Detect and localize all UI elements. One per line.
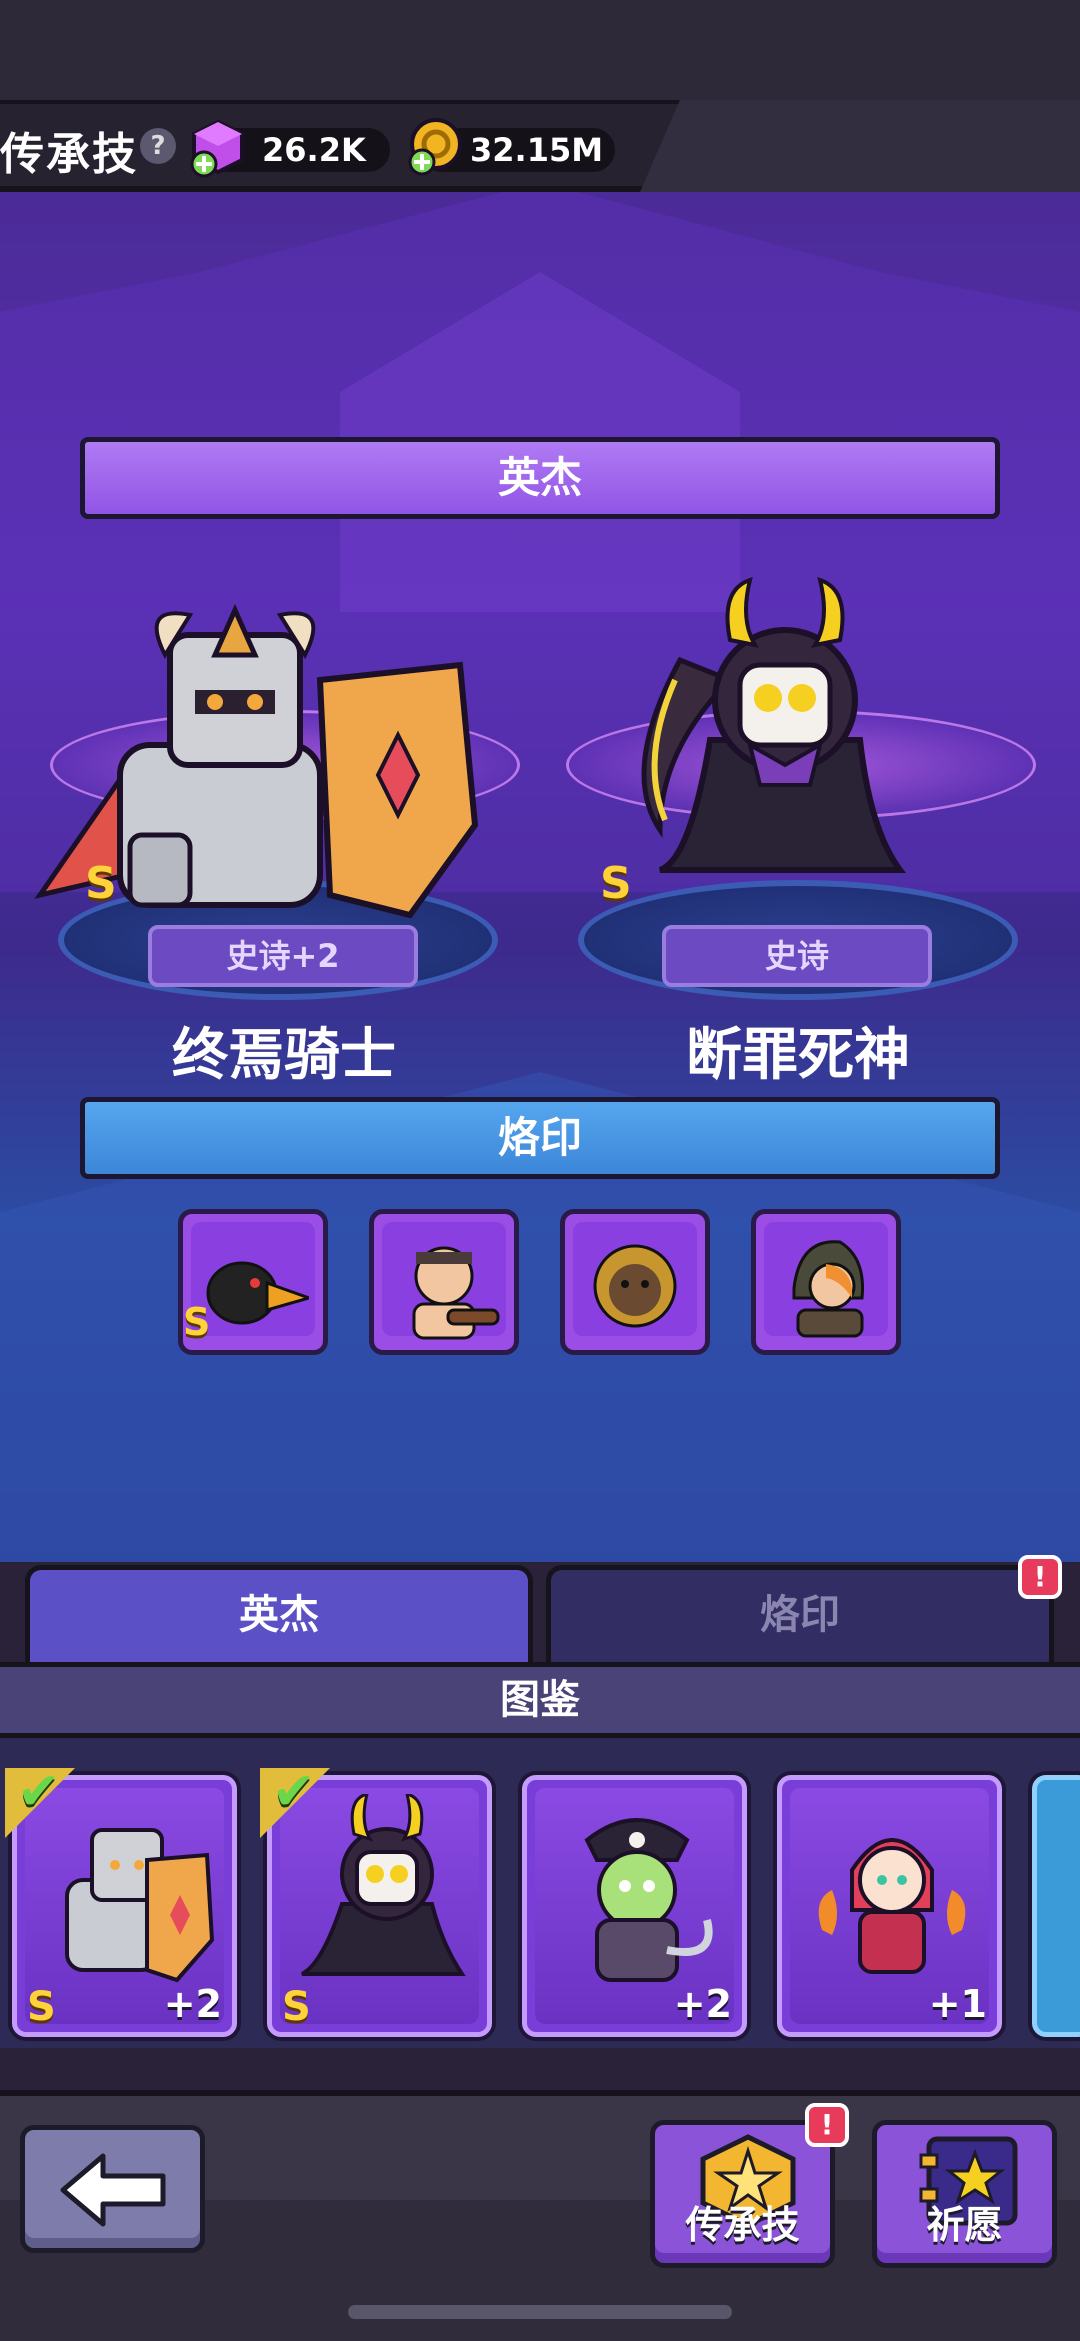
card-grade: S — [282, 1984, 311, 2030]
catalog-title: 图鉴 — [0, 1662, 1080, 1738]
hero-rarity-left: 史诗+2 — [148, 925, 418, 987]
owned-check-icon: ✔ — [17, 1762, 61, 1822]
page-title: 传承技 — [0, 129, 138, 180]
mark-slot-2[interactable] — [369, 1209, 519, 1355]
reaper-hero-sprite[interactable] — [620, 570, 940, 910]
hero-rarity-right: 史诗 — [662, 925, 932, 987]
status-bar-area — [0, 0, 1080, 100]
mark-tab-alert-badge: ! — [1018, 1555, 1062, 1599]
catalog-card-pirate[interactable]: +2 — [522, 1775, 747, 2037]
crow-mark-icon — [206, 1261, 309, 1325]
gem-count: 26.2K — [262, 131, 366, 169]
inherit-skill-label: 传承技 — [685, 2203, 800, 2247]
home-indicator[interactable] — [348, 2305, 732, 2319]
mark-ribbon: 烙印 — [80, 1097, 1000, 1179]
card-plus-level: +2 — [673, 1982, 732, 2026]
pirate-ghost-portrait — [584, 1818, 713, 1982]
catalog-card-reaper[interactable]: ✔ S — [260, 1762, 492, 2037]
catalog-card-partial[interactable] — [1032, 1775, 1080, 2037]
hero-grade-right: S — [600, 858, 632, 909]
knight-portrait — [65, 1828, 215, 1983]
card-plus-level: +2 — [163, 1982, 222, 2026]
catalog-card-mage[interactable]: +1 — [777, 1775, 1002, 2037]
coin-plus-icon[interactable] — [406, 116, 466, 176]
coin-count: 32.15M — [470, 131, 604, 169]
arrow-left-icon — [60, 2153, 166, 2227]
wish-button[interactable]: 祈愿 — [872, 2120, 1057, 2268]
gem-plus-icon[interactable] — [190, 118, 246, 178]
mark-slot-grade: S — [183, 1300, 211, 1344]
back-button[interactable] — [20, 2125, 205, 2253]
hero-name-left: 终焉骑士 — [172, 1023, 396, 1088]
fire-mage-portrait — [818, 1838, 966, 1974]
card-plus-level: +1 — [928, 1982, 987, 2026]
reaper-portrait — [300, 1794, 466, 1976]
hero-grade-left: S — [85, 858, 117, 909]
mark-slot-4[interactable] — [751, 1209, 901, 1355]
mark-slot-3[interactable] — [560, 1209, 710, 1355]
bear-mark-icon — [593, 1244, 677, 1328]
tab-hero[interactable]: 英杰 — [25, 1565, 533, 1665]
tab-mark[interactable]: 烙印 — [546, 1565, 1054, 1665]
wish-label: 祈愿 — [926, 2203, 1003, 2247]
inherit-alert-badge: ! — [805, 2103, 849, 2147]
catalog-card-knight[interactable]: ✔ S +2 — [5, 1762, 237, 2037]
owned-check-icon: ✔ — [272, 1762, 316, 1822]
hooded-rogue-mark-icon — [792, 1240, 865, 1338]
hero-name-right: 断罪死神 — [686, 1023, 910, 1088]
epic-ribbon: 英杰 — [80, 437, 1000, 519]
top-bar-notch — [640, 100, 1080, 192]
mark-slot-1[interactable]: S — [178, 1209, 328, 1355]
brawler-mark-icon — [412, 1246, 500, 1340]
help-icon[interactable]: ? — [140, 128, 176, 164]
card-grade: S — [27, 1984, 56, 2030]
